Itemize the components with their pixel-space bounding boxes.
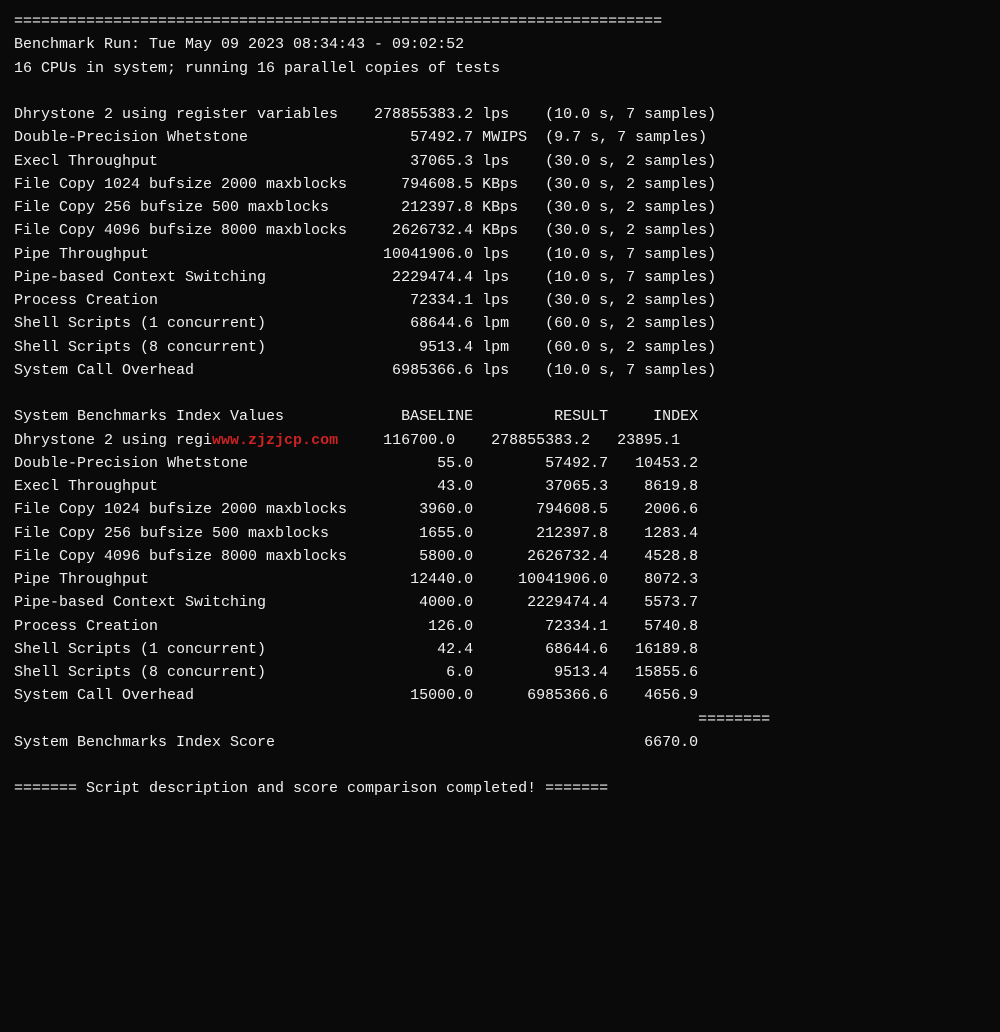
index-table-row: Pipe Throughput 12440.0 10041906.0 8072.… xyxy=(14,568,986,591)
index-table-row: Pipe-based Context Switching 4000.0 2229… xyxy=(14,591,986,614)
index-section: System Benchmarks Index Values BASELINE … xyxy=(14,405,986,754)
benchmark-row: Double-Precision Whetstone 57492.7 MWIPS… xyxy=(14,126,986,149)
index-table-row: Double-Precision Whetstone 55.0 57492.7 … xyxy=(14,452,986,475)
benchmark-row: Pipe Throughput 10041906.0 lps (10.0 s, … xyxy=(14,243,986,266)
index-table-row: Shell Scripts (8 concurrent) 6.0 9513.4 … xyxy=(14,661,986,684)
benchmark-row: Execl Throughput 37065.3 lps (30.0 s, 2 … xyxy=(14,150,986,173)
footer-line: ======= Script description and score com… xyxy=(14,777,986,800)
benchmark-row: Shell Scripts (8 concurrent) 9513.4 lpm … xyxy=(14,336,986,359)
index-table-row: File Copy 4096 bufsize 8000 maxblocks 58… xyxy=(14,545,986,568)
benchmark-row: File Copy 1024 bufsize 2000 maxblocks 79… xyxy=(14,173,986,196)
benchmark-row: System Call Overhead 6985366.6 lps (10.0… xyxy=(14,359,986,382)
index-table-row: File Copy 1024 bufsize 2000 maxblocks 39… xyxy=(14,498,986,521)
watermark: www.zjzjcp.com xyxy=(212,432,338,449)
index-table-row: File Copy 256 bufsize 500 maxblocks 1655… xyxy=(14,522,986,545)
index-table-header: System Benchmarks Index Values BASELINE … xyxy=(14,405,986,428)
benchmark-row: File Copy 256 bufsize 500 maxblocks 2123… xyxy=(14,196,986,219)
top-divider: ========================================… xyxy=(14,10,986,33)
index-table-row: Shell Scripts (1 concurrent) 42.4 68644.… xyxy=(14,638,986,661)
index-table-row: Dhrystone 2 using regiwww.zjzjcp.com 116… xyxy=(14,429,986,452)
benchmark-row: Dhrystone 2 using register variables 278… xyxy=(14,103,986,126)
benchmarks-section: Dhrystone 2 using register variables 278… xyxy=(14,103,986,382)
benchmark-row: Pipe-based Context Switching 2229474.4 l… xyxy=(14,266,986,289)
benchmark-row: File Copy 4096 bufsize 8000 maxblocks 26… xyxy=(14,219,986,242)
benchmark-row: Process Creation 72334.1 lps (30.0 s, 2 … xyxy=(14,289,986,312)
index-table-row: System Call Overhead 15000.0 6985366.6 4… xyxy=(14,684,986,707)
score-line: System Benchmarks Index Score 6670.0 xyxy=(14,731,986,754)
equals-line: ======== xyxy=(14,708,986,731)
index-table-row: Execl Throughput 43.0 37065.3 8619.8 xyxy=(14,475,986,498)
index-table-row: Process Creation 126.0 72334.1 5740.8 xyxy=(14,615,986,638)
header-line1: Benchmark Run: Tue May 09 2023 08:34:43 … xyxy=(14,33,986,56)
header-line2: 16 CPUs in system; running 16 parallel c… xyxy=(14,57,986,80)
benchmark-row: Shell Scripts (1 concurrent) 68644.6 lpm… xyxy=(14,312,986,335)
